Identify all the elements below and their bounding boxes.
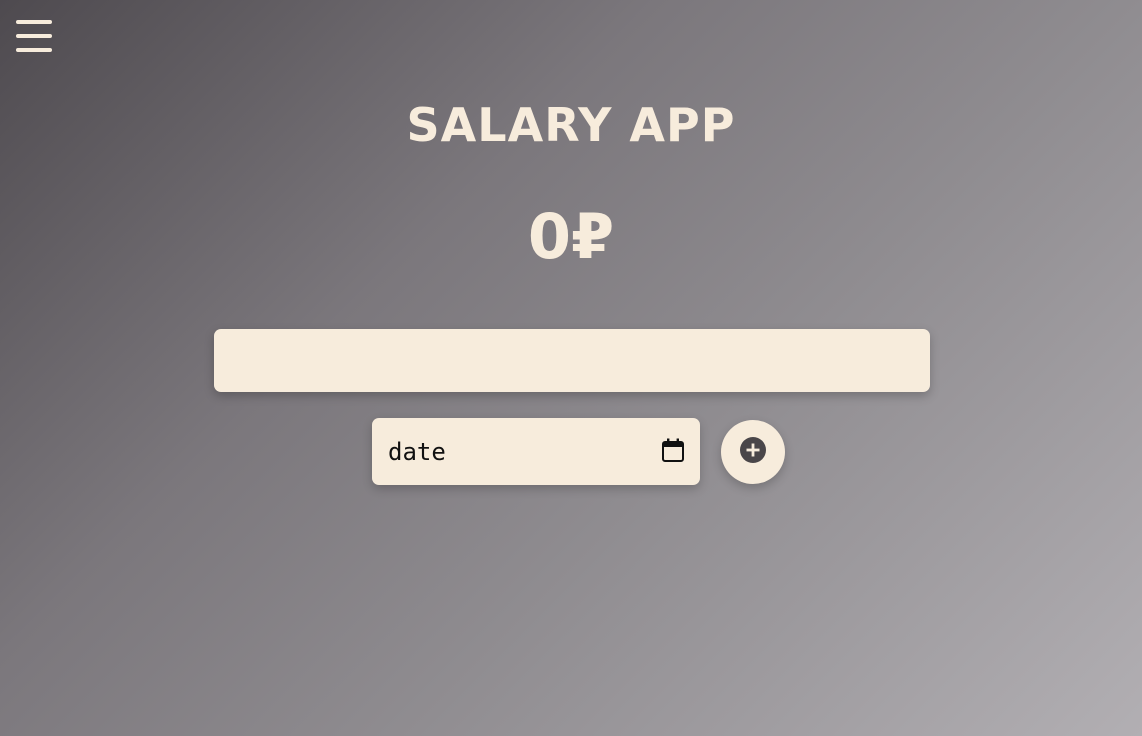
add-entry-button[interactable] <box>721 420 785 484</box>
page-title: SALARY APP <box>406 98 736 152</box>
calendar-icon[interactable] <box>662 438 684 462</box>
plus-circle-icon <box>740 437 766 463</box>
balance-display: 0₽ <box>527 200 615 273</box>
date-input-label: date <box>388 437 446 466</box>
hamburger-menu-icon <box>16 20 52 24</box>
date-input[interactable]: date <box>372 418 700 485</box>
amount-input[interactable] <box>214 329 930 392</box>
menu-button[interactable] <box>16 20 52 52</box>
